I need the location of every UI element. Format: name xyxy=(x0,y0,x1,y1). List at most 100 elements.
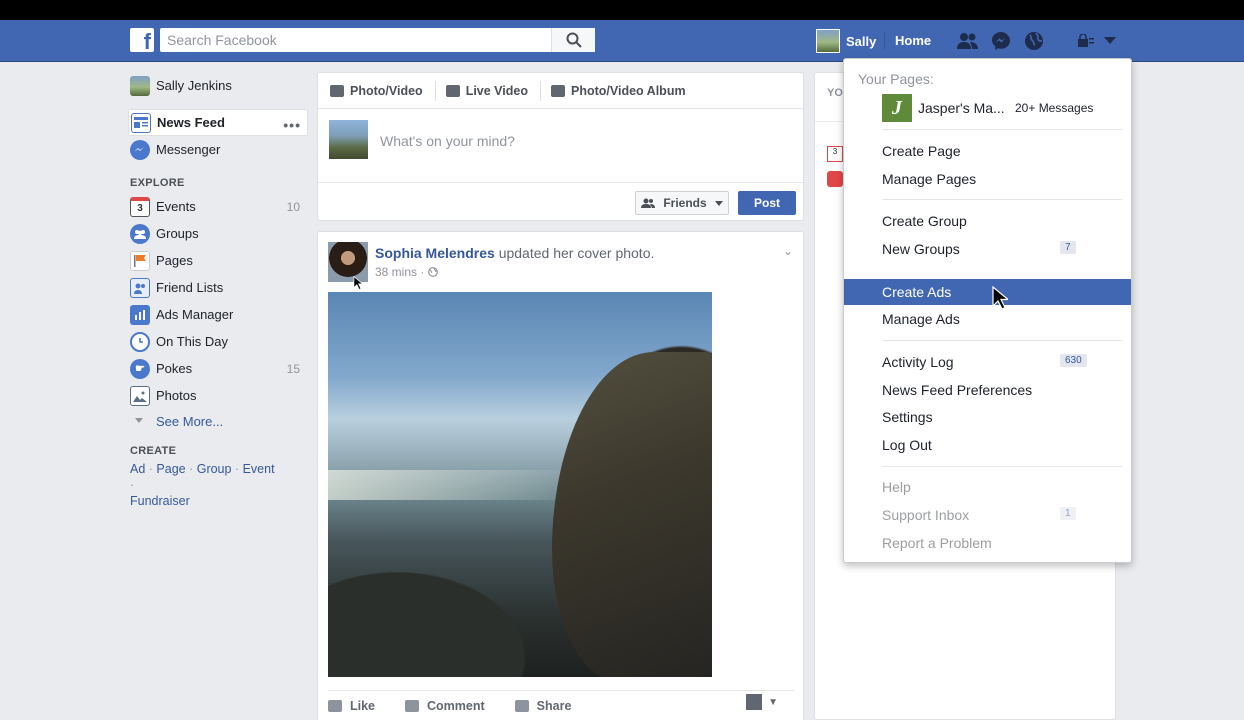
create-page-link[interactable]: Page xyxy=(156,462,185,476)
post-as-selector[interactable]: ▼ xyxy=(746,694,778,710)
top-black-bar xyxy=(0,0,1244,20)
quick-help-icon[interactable] xyxy=(1075,30,1097,52)
like-button[interactable]: Like xyxy=(328,699,375,713)
poke-icon: ☛ xyxy=(130,358,150,379)
audience-selector[interactable]: Friends xyxy=(635,191,729,215)
friends-icon xyxy=(641,198,656,208)
count-badge: 10 xyxy=(286,199,300,214)
sidebar-item-label: Photos xyxy=(156,388,197,403)
count-badge: 7 xyxy=(1060,241,1076,254)
sidebar-item-events[interactable]: 3 Events 10 xyxy=(128,193,308,220)
divider xyxy=(882,466,1122,467)
sidebar-item-messenger[interactable]: Messenger xyxy=(128,136,308,163)
clock-icon xyxy=(130,331,150,352)
camera-icon xyxy=(330,84,344,97)
profile-link[interactable]: Sally xyxy=(816,28,876,54)
post-composer: Photo/Video Live Video Photo/Video Album… xyxy=(317,72,804,221)
composer-input[interactable]: What's on your mind? xyxy=(380,133,515,149)
create-ad-link[interactable]: Ad xyxy=(130,462,145,476)
sidebar-item-profile[interactable]: Sally Jenkins xyxy=(128,72,308,99)
author-link[interactable]: Sophia Melendres xyxy=(375,245,495,261)
tab-photo-video[interactable]: Photo/Video xyxy=(330,80,436,101)
photo-rock xyxy=(552,352,712,677)
sidebar-item-groups[interactable]: Groups xyxy=(128,220,308,247)
share-button[interactable]: Share xyxy=(514,699,571,713)
sidebar-item-label: Events xyxy=(156,199,196,214)
sidebar-item-label: Pokes xyxy=(156,361,193,376)
sidebar-item-news-feed[interactable]: News Feed ••• xyxy=(128,109,308,136)
search-box xyxy=(160,28,595,52)
menu-item-new-groups[interactable]: New Groups 7 xyxy=(844,236,1131,262)
facebook-logo-icon[interactable]: f xyxy=(130,28,154,52)
menu-item-create-ads[interactable]: Create Ads xyxy=(844,279,1131,305)
story-options-chevron-down-icon[interactable]: ⌄ xyxy=(783,244,793,258)
menu-item-settings[interactable]: Settings xyxy=(844,404,1131,430)
see-more-link[interactable]: See More... xyxy=(128,409,308,433)
sidebar-item-label: Sally Jenkins xyxy=(156,78,232,93)
ads-manager-icon xyxy=(130,304,150,325)
sidebar-item-photos[interactable]: Photos xyxy=(128,382,308,409)
divider xyxy=(882,340,1122,341)
cover-photo[interactable] xyxy=(328,292,712,677)
tab-live-video[interactable]: Live Video xyxy=(445,80,541,101)
page-logo-icon: J xyxy=(882,94,912,122)
divider xyxy=(882,129,1122,130)
more-options-icon[interactable]: ••• xyxy=(283,117,301,133)
account-menu-chevron-down-icon[interactable] xyxy=(1099,30,1121,52)
create-fundraiser-link[interactable]: Fundraiser xyxy=(130,494,190,508)
menu-item-activity-log[interactable]: Activity Log 630 xyxy=(844,349,1131,375)
timestamp[interactable]: 38 mins · xyxy=(375,265,424,279)
nav-divider xyxy=(884,32,885,50)
create-group-link[interactable]: Group xyxy=(197,462,232,476)
messenger-icon[interactable] xyxy=(990,30,1012,52)
avatar xyxy=(816,29,840,53)
sidebar-item-friend-lists[interactable]: Friend Lists xyxy=(128,274,308,301)
menu-item-report-problem[interactable]: Report a Problem xyxy=(844,530,1131,556)
comment-icon xyxy=(405,699,420,712)
create-links: Ad · Page · Group · Event · Fundraiser xyxy=(130,462,275,508)
album-icon xyxy=(550,84,565,97)
calendar-icon: 3 xyxy=(827,146,843,162)
sidebar-item-on-this-day[interactable]: On This Day xyxy=(128,328,308,355)
menu-page-item[interactable]: J Jasper's Ma... 20+ Messages xyxy=(882,94,1122,122)
search-button[interactable] xyxy=(551,28,595,52)
see-more-label: See More... xyxy=(156,413,224,429)
menu-item-manage-ads[interactable]: Manage Ads xyxy=(844,306,1131,332)
friend-list-icon xyxy=(130,277,150,298)
friend-requests-icon[interactable] xyxy=(957,30,979,52)
divider xyxy=(882,199,1122,200)
menu-item-news-feed-preferences[interactable]: News Feed Preferences xyxy=(844,377,1131,403)
chevron-down-icon xyxy=(135,418,143,423)
user-name: Sally xyxy=(846,33,877,49)
tab-photo-video-album[interactable]: Photo/Video Album xyxy=(550,81,698,101)
sidebar-item-label: News Feed xyxy=(157,115,225,130)
thumbs-up-icon xyxy=(328,699,342,712)
audience-label: Friends xyxy=(663,196,707,210)
avatar xyxy=(329,120,368,159)
story-action-bar: Like Comment Share ▼ xyxy=(328,690,794,716)
share-icon xyxy=(514,699,529,712)
composer-body[interactable]: What's on your mind? xyxy=(318,109,803,183)
page-name: Jasper's Ma... xyxy=(918,100,1005,116)
sidebar-item-pages[interactable]: Pages xyxy=(128,247,308,274)
menu-item-create-page[interactable]: Create Page xyxy=(844,138,1131,164)
news-feed-icon xyxy=(131,112,151,133)
post-button[interactable]: Post xyxy=(738,191,796,215)
menu-item-label: Support Inbox xyxy=(882,507,970,523)
photos-icon xyxy=(130,385,150,406)
menu-item-manage-pages[interactable]: Manage Pages xyxy=(844,166,1131,192)
story-header: Sophia Melendres updated her cover photo… xyxy=(375,245,654,261)
sidebar-item-pokes[interactable]: ☛ Pokes 15 xyxy=(128,355,308,382)
create-event-link[interactable]: Event xyxy=(243,462,275,476)
menu-item-create-group[interactable]: Create Group xyxy=(844,208,1131,234)
comment-button[interactable]: Comment xyxy=(405,699,485,713)
menu-item-help[interactable]: Help xyxy=(844,474,1131,500)
globe-notifications-icon[interactable] xyxy=(1023,30,1045,52)
avatar xyxy=(130,75,150,96)
menu-item-support-inbox[interactable]: Support Inbox 1 xyxy=(844,502,1131,528)
search-input[interactable] xyxy=(160,28,550,52)
sidebar-item-ads-manager[interactable]: Ads Manager xyxy=(128,301,308,328)
menu-item-log-out[interactable]: Log Out xyxy=(844,432,1131,458)
home-link[interactable]: Home xyxy=(895,33,931,48)
count-badge: 630 xyxy=(1060,354,1087,367)
